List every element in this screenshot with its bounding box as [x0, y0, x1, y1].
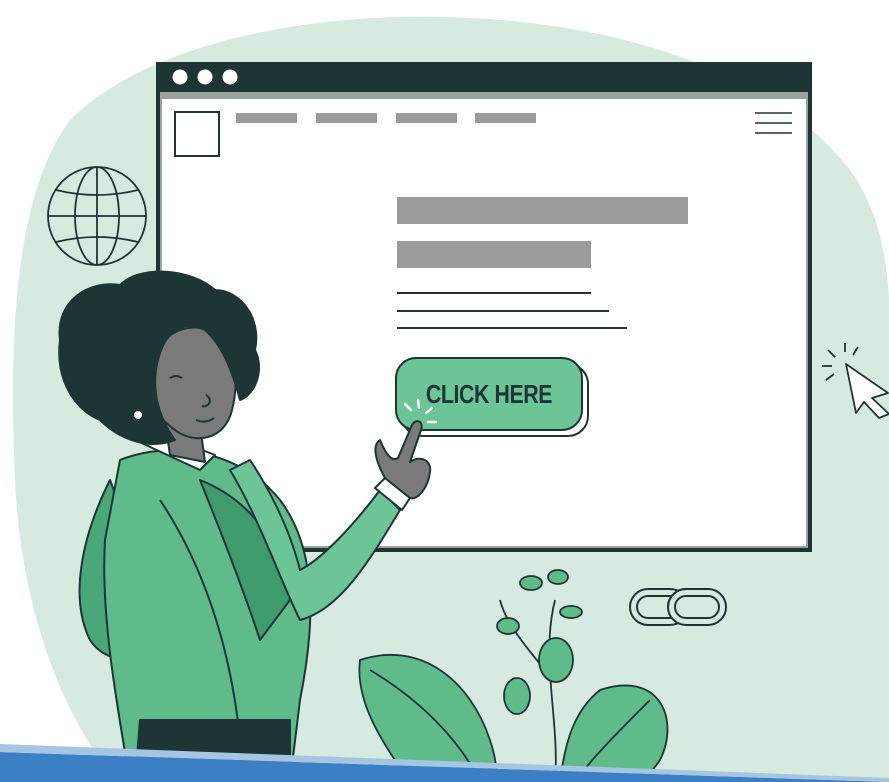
- heading-placeholder-1: [397, 197, 688, 224]
- nav-placeholder-4[interactable]: [475, 113, 536, 123]
- window-dot-1: [172, 69, 188, 85]
- nav-placeholder-3[interactable]: [396, 113, 457, 123]
- window-dot-3: [222, 69, 238, 85]
- nav-placeholder-2[interactable]: [316, 113, 377, 123]
- click-here-button[interactable]: CLICK HERE: [413, 358, 566, 430]
- globe-icon: [47, 166, 147, 266]
- nav-placeholder-1[interactable]: [236, 113, 297, 123]
- heading-placeholder-2: [397, 241, 591, 268]
- window-dot-2: [197, 69, 213, 85]
